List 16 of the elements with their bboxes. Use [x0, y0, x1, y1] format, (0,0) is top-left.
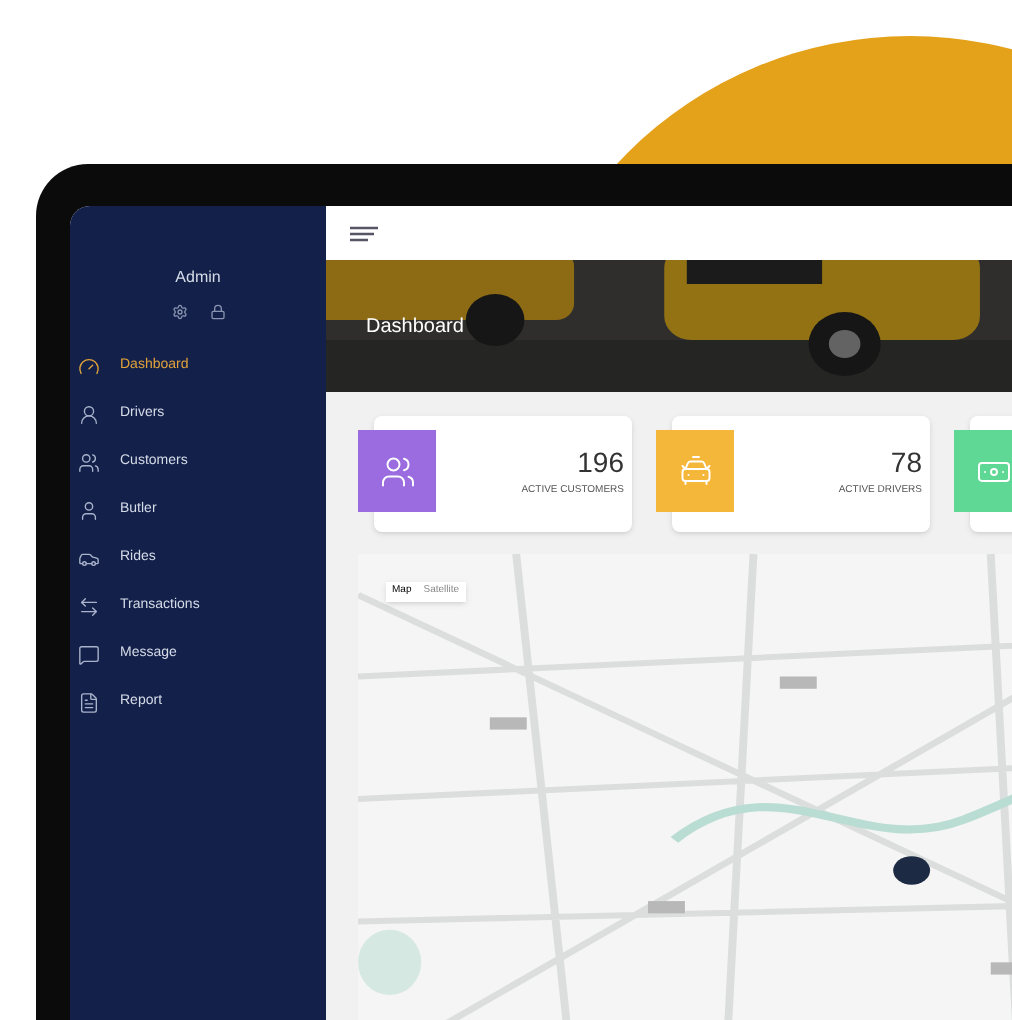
lock-icon[interactable] [209, 304, 225, 320]
menu-icon[interactable] [350, 225, 378, 241]
gauge-icon [78, 355, 100, 377]
stat-value: 196 [577, 444, 624, 482]
stat-value: 78 [890, 444, 922, 482]
document-icon [78, 691, 100, 713]
person-icon [78, 499, 100, 521]
page-title: Dashboard [366, 314, 464, 342]
settings-icon[interactable] [171, 304, 187, 320]
message-icon [78, 643, 100, 665]
people-icon [78, 451, 100, 473]
arrows-icon [78, 595, 100, 617]
people-icon [379, 453, 415, 489]
user-name: Admin [175, 266, 221, 290]
person-icon [78, 403, 100, 425]
taxi-icon [677, 453, 713, 489]
